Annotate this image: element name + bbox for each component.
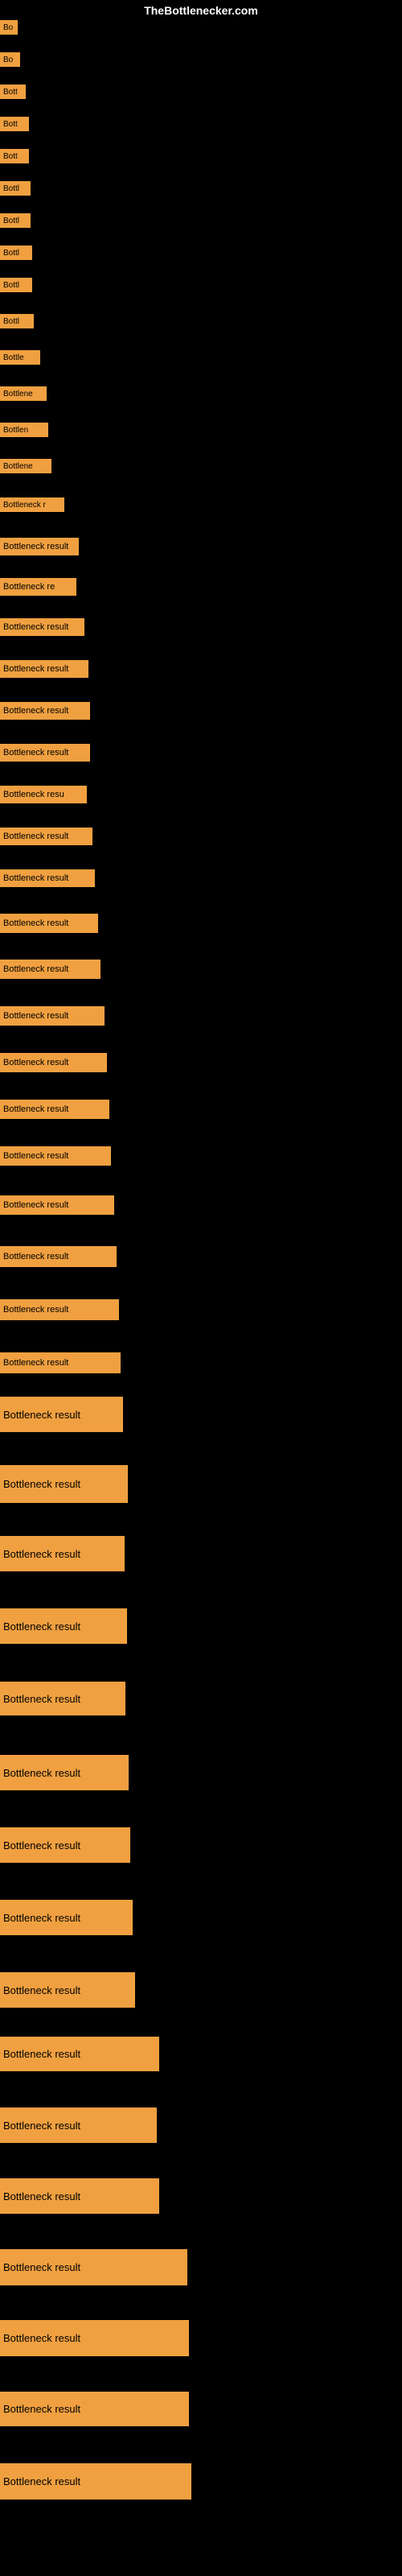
bottleneck-result-item: Bottleneck result bbox=[0, 1246, 117, 1267]
bottleneck-result-item: Bottlene bbox=[0, 459, 51, 473]
bottleneck-result-item: Bottlene bbox=[0, 386, 47, 401]
bottleneck-result-item: Bottleneck result bbox=[0, 2320, 189, 2356]
bottleneck-result-item: Bottleneck result bbox=[0, 1827, 130, 1863]
bottleneck-result-item: Bottleneck re bbox=[0, 578, 76, 596]
bottleneck-result-item: Bottleneck result bbox=[0, 1972, 135, 2008]
bottleneck-result-item: Bottleneck result bbox=[0, 1397, 123, 1432]
bottleneck-result-item: Bottleneck result bbox=[0, 1536, 125, 1571]
bottleneck-result-item: Bott bbox=[0, 149, 29, 163]
bottleneck-result-item: Bottleneck result bbox=[0, 744, 90, 762]
bottleneck-result-item: Bottleneck result bbox=[0, 2249, 187, 2285]
bottleneck-result-item: Bottleneck result bbox=[0, 702, 90, 720]
bottleneck-result-item: Bottleneck result bbox=[0, 538, 79, 555]
bottleneck-result-item: Bottl bbox=[0, 181, 31, 196]
bottleneck-result-item: Bottleneck result bbox=[0, 618, 84, 636]
bottleneck-result-item: Bottleneck result bbox=[0, 660, 88, 678]
bottleneck-result-item: Bottleneck result bbox=[0, 1146, 111, 1166]
bottleneck-result-item: Bottleneck result bbox=[0, 1465, 128, 1503]
bottleneck-result-item: Bottleneck result bbox=[0, 1195, 114, 1215]
bottleneck-result-item: Bottleneck result bbox=[0, 1608, 127, 1644]
bottleneck-result-item: Bottleneck result bbox=[0, 1682, 125, 1715]
bottleneck-result-item: Bottleneck result bbox=[0, 869, 95, 887]
site-title: TheBottlenecker.com bbox=[144, 4, 258, 17]
bottleneck-result-item: Bottleneck result bbox=[0, 1352, 121, 1373]
bottleneck-result-item: Bott bbox=[0, 85, 26, 99]
bottleneck-result-item: Bottleneck result bbox=[0, 2107, 157, 2143]
bottleneck-result-item: Bottleneck result bbox=[0, 828, 92, 845]
bottleneck-result-item: Bottle bbox=[0, 350, 40, 365]
bottleneck-result-item: Bottleneck result bbox=[0, 2178, 159, 2214]
bottleneck-result-item: Bottleneck result bbox=[0, 1900, 133, 1935]
bottleneck-result-item: Bottleneck r bbox=[0, 497, 64, 512]
bottleneck-result-item: Bottleneck result bbox=[0, 2392, 189, 2426]
bottleneck-result-item: Bottleneck result bbox=[0, 1053, 107, 1072]
bottleneck-result-item: Bo bbox=[0, 52, 20, 67]
bottleneck-result-item: Bottleneck result bbox=[0, 914, 98, 933]
bottleneck-result-item: Bott bbox=[0, 117, 29, 131]
bottleneck-result-item: Bottleneck result bbox=[0, 1755, 129, 1790]
bottleneck-result-item: Bottlen bbox=[0, 423, 48, 437]
bottleneck-result-item: Bottleneck result bbox=[0, 1299, 119, 1320]
bottleneck-result-item: Bottleneck resu bbox=[0, 786, 87, 803]
bottleneck-result-item: Bottl bbox=[0, 213, 31, 228]
bottleneck-result-item: Bottl bbox=[0, 278, 32, 292]
bottleneck-result-item: Bottleneck result bbox=[0, 2037, 159, 2071]
bottleneck-result-item: Bottleneck result bbox=[0, 960, 100, 979]
bottleneck-result-item: Bottleneck result bbox=[0, 1006, 105, 1026]
bottleneck-result-item: Bottl bbox=[0, 246, 32, 260]
bottleneck-result-item: Bottl bbox=[0, 314, 34, 328]
bottleneck-result-item: Bottleneck result bbox=[0, 2463, 191, 2500]
bottleneck-result-item: Bottleneck result bbox=[0, 1100, 109, 1119]
bottleneck-result-item: Bo bbox=[0, 20, 18, 35]
